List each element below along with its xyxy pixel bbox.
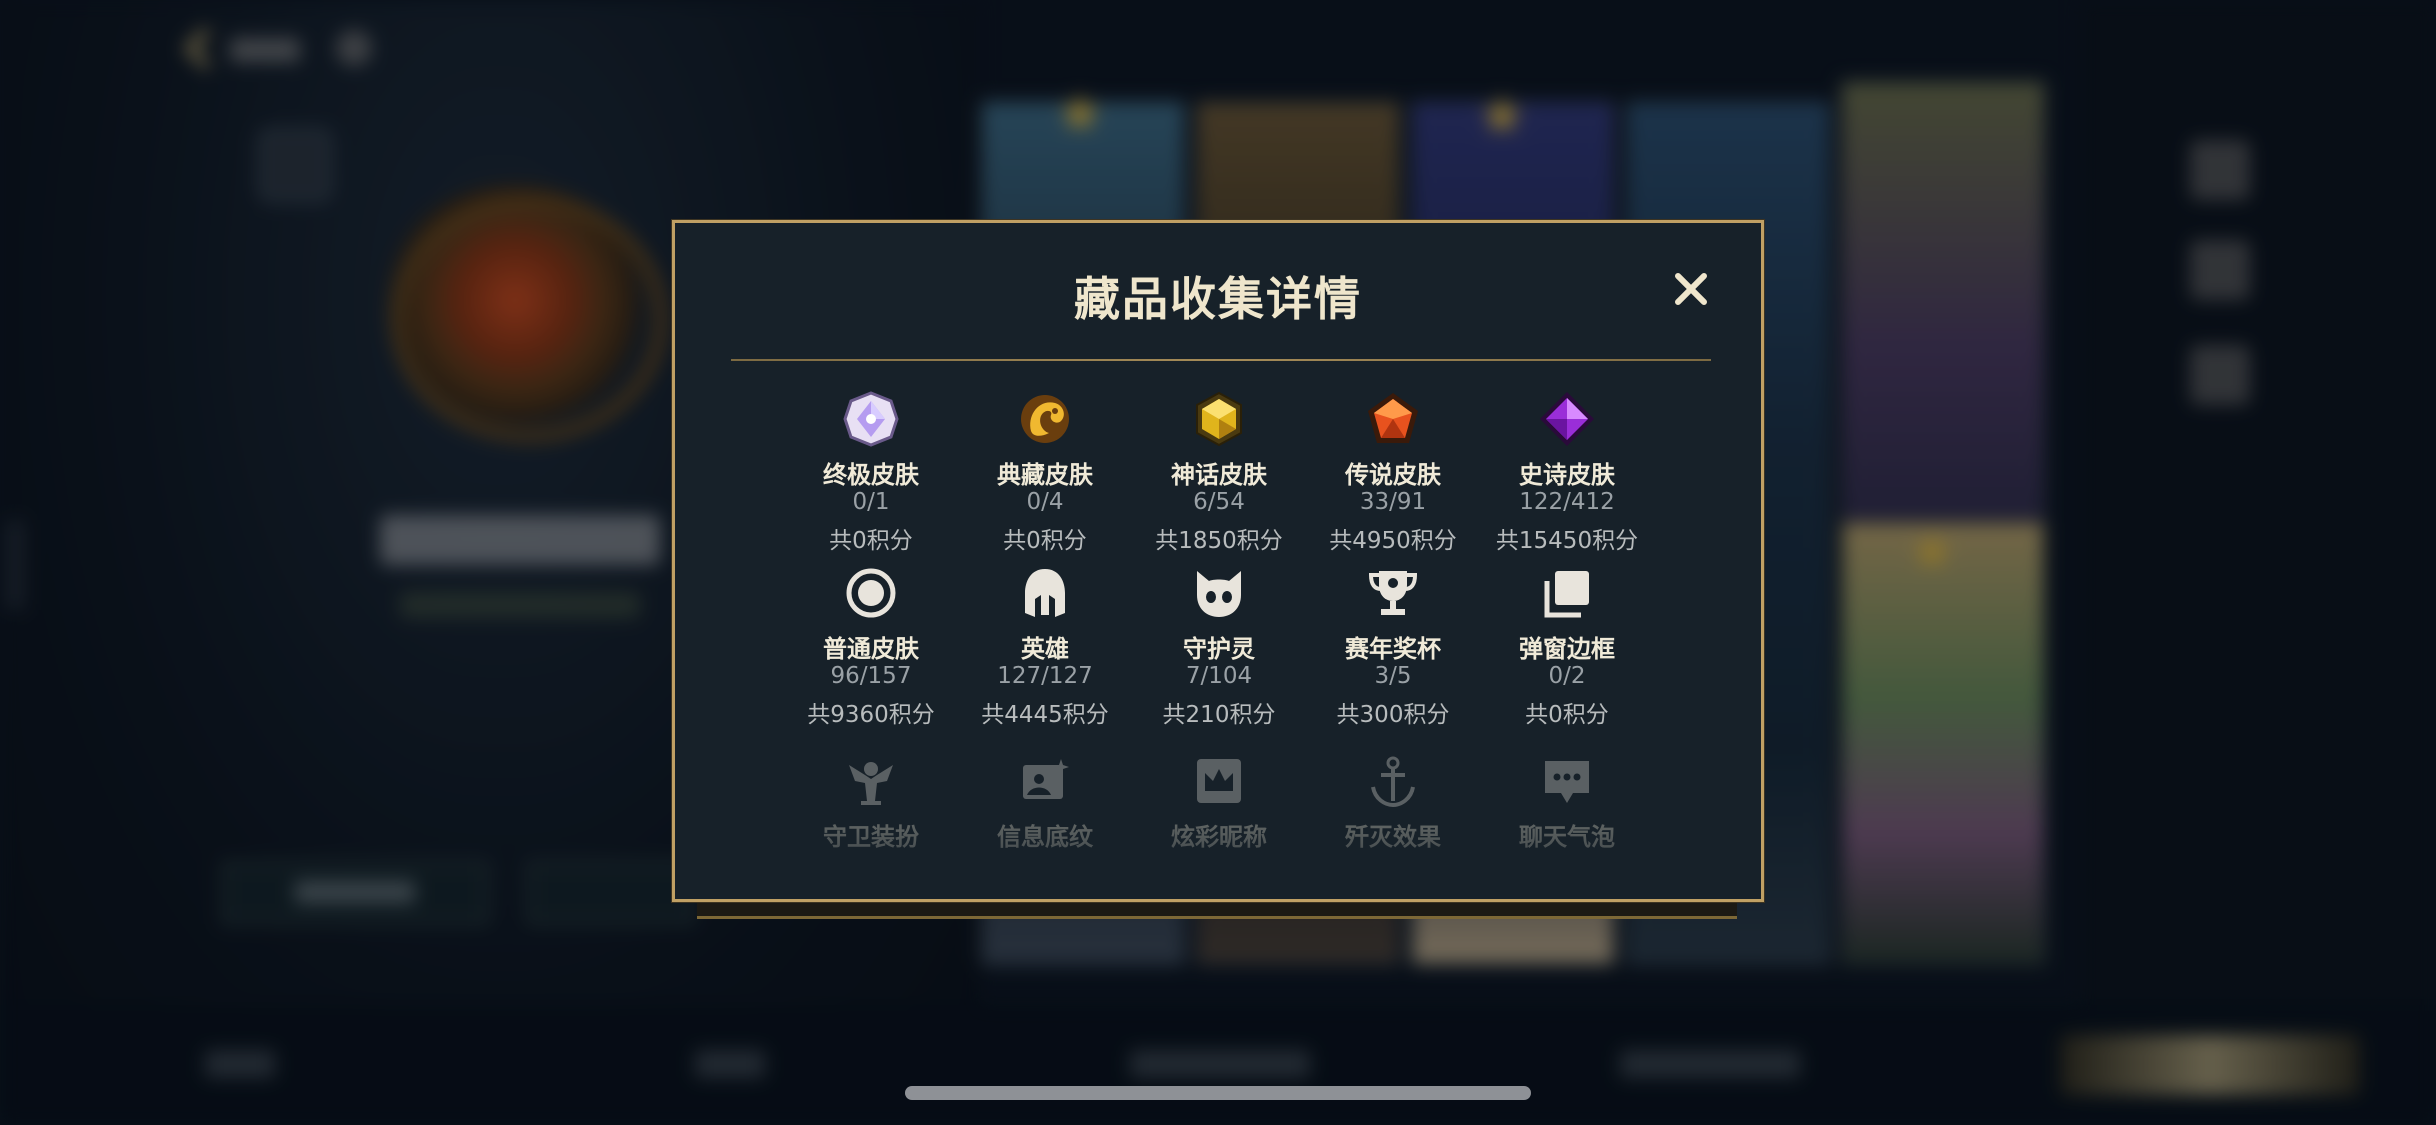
collection-item-legendary[interactable]: 传说皮肤 33/91 共4950积分	[1306, 391, 1480, 561]
collection-item-champion[interactable]: 英雄 127/127 共4445积分	[958, 565, 1132, 735]
little-legend-icon	[1197, 571, 1241, 617]
collection-item-mythic[interactable]: 神话皮肤 6/54 共1850积分	[1132, 391, 1306, 561]
collection-details-modal: 藏品收集详情 终极皮肤 0/1 共0积分 典藏皮肤 0/4 共0积分 神话皮肤 …	[672, 220, 1764, 902]
crown-name-icon	[1197, 759, 1241, 803]
collection-item-banner[interactable]: 信息底纹	[958, 753, 1132, 923]
trophy-icon	[1368, 571, 1418, 615]
prestige-dragon-icon	[1021, 395, 1069, 443]
banner-icon	[1023, 759, 1069, 799]
ace-effect-icon	[1371, 756, 1415, 808]
standard-circle-icon	[846, 568, 896, 618]
collection-item-frame[interactable]: 弹窗边框 0/2 共0积分	[1480, 565, 1654, 735]
collection-grid: 终极皮肤 0/1 共0积分 典藏皮肤 0/4 共0积分 神话皮肤 6/54 共1…	[675, 223, 1761, 899]
champion-helmet-icon	[1025, 569, 1065, 617]
collection-item-prestige[interactable]: 典藏皮肤 0/4 共0积分	[958, 391, 1132, 561]
ultimate-gem-icon	[843, 391, 899, 447]
frame-icon	[1544, 571, 1589, 618]
collection-item-little-legend[interactable]: 守护灵 7/104 共210积分	[1132, 565, 1306, 735]
mythic-gem-icon	[1196, 391, 1242, 447]
collection-item-ward-skin[interactable]: 守卫装扮	[784, 753, 958, 923]
home-indicator[interactable]	[905, 1086, 1531, 1100]
collection-item-chat-bubble[interactable]: 聊天气泡	[1480, 753, 1654, 923]
collection-item-trophy[interactable]: 赛年奖杯 3/5 共300积分	[1306, 565, 1480, 735]
collection-item-standard[interactable]: 普通皮肤 96/157 共9360积分	[784, 565, 958, 735]
legendary-gem-icon	[1368, 393, 1418, 443]
collection-item-ultimate[interactable]: 终极皮肤 0/1 共0积分	[784, 391, 958, 561]
chat-bubble-icon	[1545, 761, 1589, 803]
collection-item-name-color[interactable]: 炫彩昵称	[1132, 753, 1306, 923]
collection-item-epic[interactable]: 史诗皮肤 122/412 共15450积分	[1480, 391, 1654, 561]
ward-skin-icon	[849, 762, 893, 805]
epic-gem-icon	[1540, 392, 1594, 446]
collection-item-ace-effect[interactable]: 歼灭效果	[1306, 753, 1480, 923]
